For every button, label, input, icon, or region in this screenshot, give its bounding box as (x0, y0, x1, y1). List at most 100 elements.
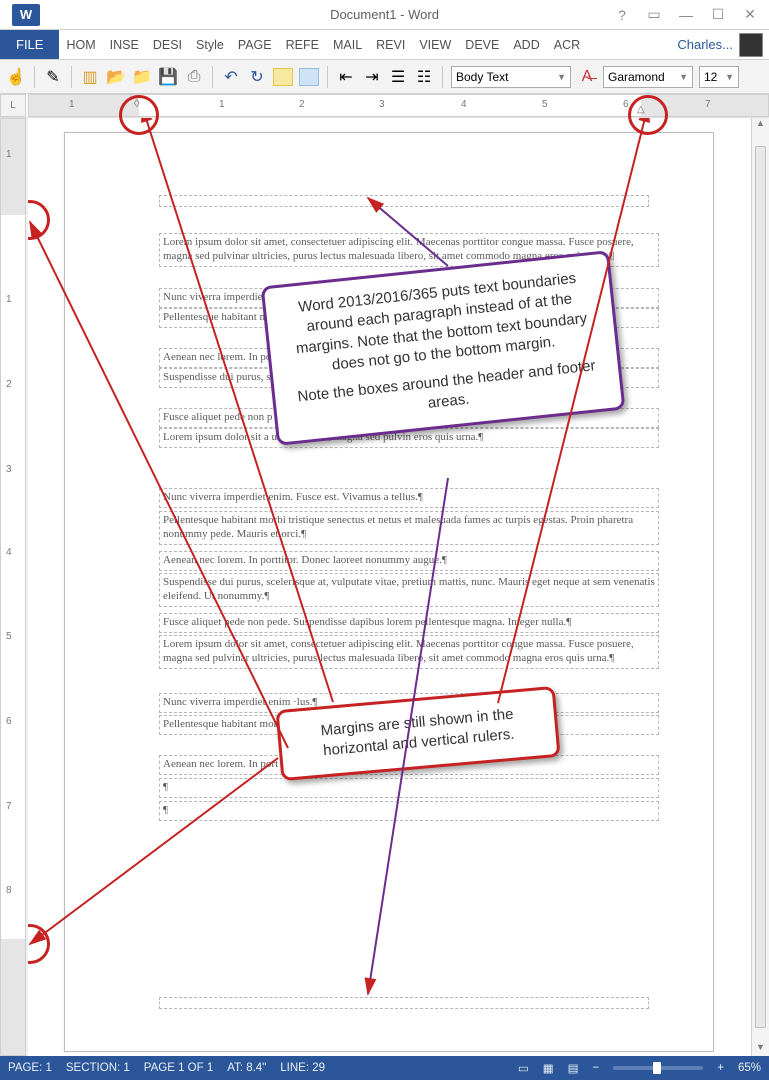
account-name[interactable]: Charles... (671, 30, 769, 59)
undo-icon[interactable]: ↶ (221, 68, 241, 86)
ruler-tick: 4 (461, 99, 467, 110)
paragraph-boundary[interactable]: Suspendisse dui purus, scelerisque at, v… (159, 573, 659, 607)
paragraph-boundary[interactable]: Aenean nec lorem. In porttitor. Donec la… (159, 551, 659, 571)
close-button[interactable]: ✕ (739, 6, 761, 23)
paragraph-boundary[interactable]: Lorem ipsum dolor sit amet, consectetuer… (159, 635, 659, 669)
scroll-thumb[interactable] (755, 146, 766, 1028)
zoom-level[interactable]: 65% (738, 1062, 761, 1074)
titlebar: W Document1 - Word ? ▭ — ☐ ✕ (0, 0, 769, 30)
clear-format-icon[interactable]: A̶ (577, 68, 597, 86)
web-layout-icon[interactable]: ▤ (568, 1061, 579, 1075)
fill-icon[interactable] (273, 68, 293, 86)
clear-icon[interactable] (299, 68, 319, 86)
ruler-tick: 6 (623, 99, 629, 110)
ruler-tick: 1 (219, 99, 225, 110)
status-page-of[interactable]: PAGE 1 OF 1 (144, 1062, 213, 1074)
status-at[interactable]: AT: 8.4" (227, 1062, 266, 1074)
ruler-tick: 5 (6, 631, 12, 642)
tab-view[interactable]: VIEW (412, 30, 458, 59)
zoom-slider[interactable] (613, 1066, 703, 1070)
status-section[interactable]: SECTION: 1 (66, 1062, 130, 1074)
font-selector[interactable]: Garamond ▼ (603, 66, 693, 88)
tab-insert[interactable]: INSE (103, 30, 146, 59)
document-canvas[interactable]: Lorem ipsum dolor sit amet, consectetuer… (28, 118, 751, 1056)
open-folder-icon[interactable]: 📂 (106, 68, 126, 86)
tab-developer[interactable]: DEVE (458, 30, 506, 59)
indent-right-icon[interactable]: ⇥ (362, 68, 382, 86)
print-icon[interactable]: ⎙ (184, 68, 204, 86)
status-line[interactable]: LINE: 29 (280, 1062, 325, 1074)
font-size-selector[interactable]: 12 ▼ (699, 66, 739, 88)
ruler-tick: 2 (299, 99, 305, 110)
ruler-tick: 7 (6, 801, 12, 812)
tab-home[interactable]: HOM (59, 30, 102, 59)
zoom-in-button[interactable]: + (717, 1062, 724, 1074)
scroll-down-icon[interactable]: ▼ (752, 1042, 769, 1056)
workspace: 1 1 2 3 4 5 6 7 8 Lorem ipsum dolor sit … (0, 118, 769, 1056)
ruler-tick: 3 (379, 99, 385, 110)
style-selector[interactable]: Body Text ▼ (451, 66, 571, 88)
ruler-tick: 4 (6, 547, 12, 558)
read-mode-icon[interactable]: ▭ (518, 1061, 529, 1075)
ruler-tick: 1 (6, 294, 12, 305)
paragraph-boundary[interactable]: Nunc viverra imperdiet enim. Fusce est. … (159, 488, 659, 508)
paragraph-boundary[interactable]: ¶ (159, 778, 659, 798)
tab-selector[interactable]: L (0, 94, 26, 117)
ribbon-tabs: FILE HOM INSE DESI Style PAGE REFE MAIL … (0, 30, 769, 60)
touch-mode-icon[interactable]: ☝ (6, 68, 26, 86)
vertical-scrollbar[interactable]: ▲ ▼ (751, 118, 769, 1056)
print-layout-icon[interactable]: ▦ (543, 1061, 554, 1075)
save-icon[interactable]: 💾 (158, 68, 178, 86)
paragraph-boundary[interactable]: Fusce aliquet pede non pede. Suspendisse… (159, 613, 659, 633)
chevron-down-icon: ▼ (675, 72, 688, 82)
ribbon-display-button[interactable]: ▭ (643, 6, 665, 23)
zoom-knob[interactable] (653, 1062, 661, 1074)
ruler-tick: 7 (705, 99, 711, 110)
minimize-button[interactable]: — (675, 7, 697, 23)
help-button[interactable]: ? (611, 7, 633, 23)
quick-access-toolbar: ☝ ✎ ▥ 📂 📁 💾 ⎙ ↶ ↻ ⇤ ⇥ ☰ ☷ Body Text ▼ A̶… (0, 60, 769, 94)
ruler-tick: 8 (6, 885, 12, 896)
vertical-ruler[interactable]: 1 1 2 3 4 5 6 7 8 (0, 118, 26, 1056)
footer-boundary (159, 997, 649, 1009)
status-bar: PAGE: 1 SECTION: 1 PAGE 1 OF 1 AT: 8.4" … (0, 1056, 769, 1080)
close-doc-icon[interactable]: 📁 (132, 68, 152, 86)
chevron-down-icon: ▼ (721, 72, 734, 82)
tab-acrobat[interactable]: ACR (547, 30, 587, 59)
indent-left-icon[interactable]: ⇤ (336, 68, 356, 86)
margin-circle-bottom-vertical (28, 924, 50, 964)
ruler-tick: 5 (542, 99, 548, 110)
tab-review[interactable]: REVI (369, 30, 412, 59)
zoom-out-button[interactable]: − (593, 1062, 600, 1074)
page: Lorem ipsum dolor sit amet, consectetuer… (64, 132, 714, 1052)
tab-page[interactable]: PAGE (231, 30, 279, 59)
user-avatar-icon (739, 33, 763, 57)
new-doc-icon[interactable]: ▥ (80, 68, 100, 86)
maximize-button[interactable]: ☐ (707, 6, 729, 23)
status-page[interactable]: PAGE: 1 (8, 1062, 52, 1074)
margin-circle-right-horizontal (628, 95, 668, 135)
callout-line: Margins are still shown in the horizonta… (294, 702, 543, 764)
header-boundary (159, 195, 649, 207)
misc1-icon[interactable]: ☰ (388, 68, 408, 86)
paragraph-boundary[interactable]: ¶ (159, 801, 659, 821)
tab-addins[interactable]: ADD (506, 30, 546, 59)
font-selector-value: Garamond (608, 70, 665, 84)
account-label: Charles... (677, 37, 733, 52)
paragraph-boundary[interactable]: Pellentesque habitant morbi tristique se… (159, 511, 659, 545)
misc2-icon[interactable]: ☷ (414, 68, 434, 86)
margin-circle-left-horizontal (119, 95, 159, 135)
font-size-value: 12 (704, 70, 717, 84)
word-logo-icon: W (12, 4, 40, 26)
tab-design[interactable]: DESI (146, 30, 189, 59)
ruler-tick: 3 (6, 464, 12, 475)
chevron-down-icon: ▼ (553, 72, 566, 82)
pencil-icon[interactable]: ✎ (43, 68, 63, 86)
tab-mail[interactable]: MAIL (326, 30, 369, 59)
redo-icon[interactable]: ↻ (247, 68, 267, 86)
file-tab[interactable]: FILE (0, 30, 59, 59)
scroll-up-icon[interactable]: ▲ (752, 118, 769, 132)
tab-style[interactable]: Style (189, 30, 231, 59)
ruler-tick: 6 (6, 716, 12, 727)
tab-references[interactable]: REFE (279, 30, 326, 59)
